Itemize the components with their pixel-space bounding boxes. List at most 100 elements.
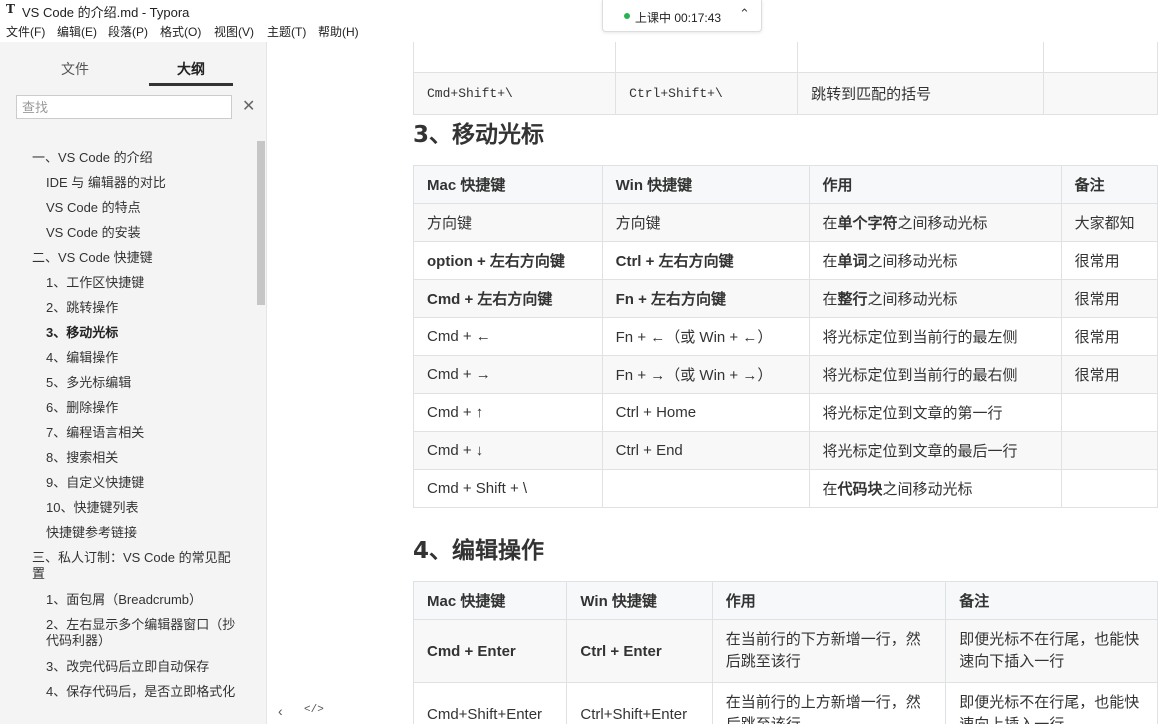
outline-item[interactable]: 9、自定义快捷键 — [46, 475, 144, 491]
outline-item[interactable]: 一、VS Code 的介绍 — [32, 150, 153, 166]
table-cell: 很常用 — [1060, 355, 1158, 394]
table-cell — [601, 469, 810, 508]
table-row: Cmd + Enter Ctrl + Enter 在当前行的下方新增一行，然后跳… — [412, 619, 1158, 683]
menu-file[interactable]: 文件(F) — [6, 23, 45, 40]
table-header: Mac 快捷键 — [413, 165, 603, 204]
menu-edit[interactable]: 编辑(E) — [57, 23, 97, 40]
title-bar: T VS Code 的介绍.md - Typora — [0, 0, 1158, 20]
table-row: option + 左右方向键 Ctrl + 左右方向键 在单词之间移动光标 很常… — [413, 241, 1158, 280]
table-row: Cmd + Shift + \ 在代码块之间移动光标 — [413, 469, 1158, 508]
menu-help[interactable]: 帮助(H) — [318, 23, 359, 40]
table-cell: Cmd + ↑ — [413, 393, 603, 432]
table-cell: Ctrl+Shift+\ — [615, 72, 799, 115]
table-header: 备注 — [1060, 165, 1158, 204]
outline-item[interactable]: IDE 与 编辑器的对比 — [46, 175, 166, 191]
outline-item[interactable]: 1、面包屑（Breadcrumb） — [46, 592, 202, 608]
table-cell: 在单词之间移动光标 — [808, 241, 1062, 280]
outline-search-input[interactable] — [16, 95, 232, 119]
table-cell — [1060, 431, 1158, 470]
table-cell: 将光标定位到当前行的最左侧 — [808, 317, 1062, 356]
active-tab-indicator — [149, 83, 233, 86]
window-title: VS Code 的介绍.md - Typora — [22, 5, 190, 20]
table-cell: Cmd + → — [413, 355, 603, 394]
table-header: 作用 — [808, 165, 1062, 204]
table-cell: Fn + 左右方向键 — [601, 279, 810, 318]
table-cell: 在整行之间移动光标 — [808, 279, 1062, 318]
table-cell: Ctrl + End — [601, 431, 810, 470]
editor-area[interactable]: Cmd+Shift+\ Ctrl+Shift+\ 跳转到匹配的括号 3、移动光标… — [268, 42, 1158, 724]
menu-theme[interactable]: 主题(T) — [267, 23, 306, 40]
table-cell: 很常用 — [1060, 317, 1158, 356]
table-cell — [1060, 393, 1158, 432]
table-row: Cmd + ↑ Ctrl + Home 将光标定位到文章的第一行 — [413, 393, 1158, 432]
table-row: 方向键 方向键 在单个字符之间移动光标 大家都知 — [413, 203, 1158, 242]
table-cell: Fn + ←（或 Win + ←） — [601, 317, 810, 356]
table-cell: 很常用 — [1060, 279, 1158, 318]
table-row: Cmd + 左右方向键 Fn + 左右方向键 在整行之间移动光标 很常用 — [413, 279, 1158, 318]
section-heading-edit-ops: 4、编辑操作 — [413, 538, 545, 564]
outline-item[interactable]: VS Code 的特点 — [46, 200, 141, 216]
typora-logo-icon: T — [6, 2, 15, 16]
outline-item[interactable]: 快捷键参考链接 — [46, 525, 137, 541]
outline-item[interactable]: 3、改完代码后立即自动保存 — [46, 659, 209, 675]
table-row: Cmd + ↓ Ctrl + End 将光标定位到文章的最后一行 — [413, 431, 1158, 470]
table-cell: 在当前行的上方新增一行，然后跳至该行 — [711, 682, 947, 724]
outline-item[interactable]: 8、搜索相关 — [46, 450, 118, 466]
shortcut-table-3: Mac 快捷键 Win 快捷键 作用 备注 方向键 方向键 在单个字符之间移动光… — [413, 165, 1158, 508]
outline-item[interactable]: 4、编辑操作 — [46, 350, 118, 366]
table-header: Win 快捷键 — [566, 581, 713, 620]
table-row: Cmd + ← Fn + ←（或 Win + ←） 将光标定位到当前行的最左侧 … — [413, 317, 1158, 356]
close-icon[interactable]: ✕ — [242, 96, 255, 116]
table-cell: Ctrl+Shift+Enter — [566, 682, 713, 724]
sidebar-scrollbar[interactable] — [257, 141, 265, 305]
outline-item[interactable]: 三、私人订制：VS Code 的常见配置 — [32, 550, 237, 582]
outline-item[interactable]: 4、保存代码后，是否立即格式化 — [46, 684, 241, 700]
outline-item[interactable]: 10、快捷键列表 — [46, 500, 138, 516]
table-cell: Cmd + ↓ — [413, 431, 603, 470]
table-cell: 在当前行的下方新增一行，然后跳至该行 — [711, 619, 947, 683]
menu-paragraph[interactable]: 段落(P) — [108, 23, 148, 40]
table-header: 作用 — [711, 581, 947, 620]
table-header: Mac 快捷键 — [412, 581, 568, 620]
table-cell: Cmd + 左右方向键 — [413, 279, 603, 318]
recording-dot-icon — [624, 13, 630, 19]
table-cell: 即便光标不在行尾，也能快速向上插入一行 — [945, 682, 1158, 724]
shortcut-table-2: Cmd+Shift+\ Ctrl+Shift+\ 跳转到匹配的括号 — [412, 42, 1158, 115]
table-cell: Ctrl + Enter — [566, 619, 713, 683]
shortcut-table-4: Mac 快捷键 Win 快捷键 作用 备注 Cmd + Enter Ctrl +… — [412, 581, 1158, 724]
table-cell: 将光标定位到文章的第一行 — [808, 393, 1062, 432]
outline-item[interactable]: 2、跳转操作 — [46, 300, 118, 316]
outline-item[interactable]: 6、删除操作 — [46, 400, 118, 416]
table-cell: Ctrl + Home — [601, 393, 810, 432]
outline-item[interactable]: 二、VS Code 快捷键 — [32, 250, 153, 266]
table-cell: Cmd + ← — [413, 317, 603, 356]
menu-view[interactable]: 视图(V) — [214, 23, 254, 40]
table-row: Cmd+Shift+Enter Ctrl+Shift+Enter 在当前行的上方… — [412, 682, 1158, 724]
outline-item[interactable]: VS Code 的安装 — [46, 225, 141, 241]
chevron-up-icon[interactable]: ⌃ — [739, 6, 750, 22]
table-row: Cmd + → Fn + →（或 Win + →） 将光标定位到当前行的最右侧 … — [413, 355, 1158, 394]
outline-item[interactable]: 7、编程语言相关 — [46, 425, 144, 441]
table-cell: 在代码块之间移动光标 — [808, 469, 1062, 508]
sidebar: 文件 大纲 ✕ 一、VS Code 的介绍 IDE 与 编辑器的对比 VS Co… — [0, 42, 267, 724]
menu-format[interactable]: 格式(O) — [160, 23, 201, 40]
table-cell: 即便光标不在行尾，也能快速向下插入一行 — [945, 619, 1158, 683]
table-cell: Ctrl + 左右方向键 — [601, 241, 810, 280]
table-cell: 方向键 — [413, 203, 603, 242]
menu-bar: 文件(F) 编辑(E) 段落(P) 格式(O) 视图(V) 主题(T) 帮助(H… — [0, 21, 370, 41]
table-cell: Cmd + Shift + \ — [413, 469, 603, 508]
table-cell: 方向键 — [601, 203, 810, 242]
section-heading-move-cursor: 3、移动光标 — [413, 122, 545, 148]
table-cell: 很常用 — [1060, 241, 1158, 280]
outline-item[interactable]: 1、工作区快捷键 — [46, 275, 144, 291]
recording-label: 上课中 00:17:43 — [635, 11, 722, 25]
outline-item[interactable]: 2、左右显示多个编辑器窗口（抄代码利器） — [46, 617, 236, 649]
tab-outline[interactable]: 大纲 — [177, 59, 205, 79]
tab-files[interactable]: 文件 — [61, 59, 89, 79]
outline-item[interactable]: 5、多光标编辑 — [46, 375, 131, 391]
table-cell: 将光标定位到文章的最后一行 — [808, 431, 1062, 470]
table-cell: Cmd+Shift+\ — [412, 72, 617, 115]
table-cell: 将光标定位到当前行的最右侧 — [808, 355, 1062, 394]
outline-item-active[interactable]: 3、移动光标 — [46, 325, 118, 341]
recording-indicator[interactable]: 上课中 00:17:43 ⌃ — [602, 0, 762, 32]
